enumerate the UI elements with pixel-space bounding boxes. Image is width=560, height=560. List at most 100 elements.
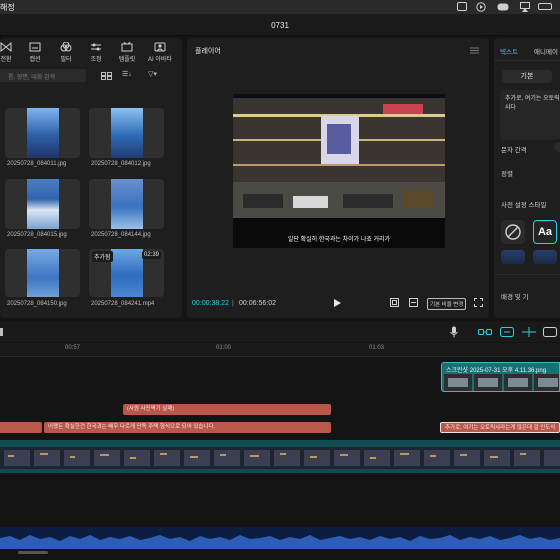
media-filename: 20250728_084241.mp4 xyxy=(91,301,155,307)
menu-bar: 해정 xyxy=(0,0,560,14)
divider xyxy=(494,60,560,61)
media-thumbnail[interactable] xyxy=(5,108,80,158)
transition-icon xyxy=(0,42,12,52)
duration-badge: 02:39 xyxy=(141,251,161,259)
sky-video xyxy=(111,249,143,297)
video-clip-frames[interactable] xyxy=(0,447,560,469)
tool-ai-avatar[interactable]: AI 아바타 xyxy=(144,42,176,63)
media-filename: 20250728_084150.jpg xyxy=(7,301,67,307)
media-panel: 전환 캡션 필터 조정 템플릿 AI 아바타 름, 장면, 대화 검색 ☰↓ ▽… xyxy=(0,38,182,318)
subtitle-text: 일단 확실히 한국과는 차이가 나죠 거리가 xyxy=(287,237,391,243)
image-clip-frames xyxy=(444,374,559,391)
timeline-tool-handle[interactable] xyxy=(0,328,3,336)
current-timecode: 00:00:38:22 xyxy=(192,300,229,307)
sky-photo xyxy=(111,108,143,158)
background-section-label: 배경 및 기 xyxy=(501,294,529,301)
adjust-icon xyxy=(91,43,101,51)
battery-icon[interactable] xyxy=(538,3,552,10)
sky-photo xyxy=(111,179,143,229)
quality-icon[interactable] xyxy=(409,298,418,307)
title-clip-partial[interactable] xyxy=(0,422,42,433)
tool-caption[interactable]: 캡션 xyxy=(21,42,49,63)
split-icon[interactable] xyxy=(543,327,557,337)
preset-aa[interactable]: Aa xyxy=(533,220,557,244)
preset-style-blue[interactable] xyxy=(501,250,525,264)
fullscreen-icon[interactable] xyxy=(474,298,483,307)
tool-label: AI 아바타 xyxy=(148,57,172,63)
media-thumbnail[interactable] xyxy=(89,179,164,229)
letter-spacing-label: 문자 간격 xyxy=(501,147,527,154)
filter-icon xyxy=(60,42,72,52)
sky-photo xyxy=(27,249,59,297)
aspect-ratio-button[interactable]: 기본 비율 변경 xyxy=(427,298,467,310)
title-clip-selected[interactable]: 추가로, 여기는 오토릭샤라는게 많은데 걸 인도식 xyxy=(440,422,560,433)
media-thumbnail[interactable]: 추가됨 02:39 xyxy=(89,249,164,297)
media-thumbnail[interactable] xyxy=(89,108,164,158)
text-content-value: 추가로, 여기는 오토릭샤다 xyxy=(505,96,560,111)
play-circle-icon[interactable] xyxy=(476,2,486,12)
tool-template[interactable]: 템플릿 xyxy=(113,42,141,63)
preset-style-label: 사전 설정 스타일 xyxy=(501,202,547,209)
player-panel: 플레이어 일단 확실히 한국과는 차이가 나죠 거리가 00:00:38:22 … xyxy=(187,38,489,318)
player-title: 플레이어 xyxy=(195,48,221,55)
sky-photo xyxy=(27,108,59,158)
ruler-tick: 01:00 xyxy=(216,345,232,351)
microphone-icon[interactable] xyxy=(450,326,458,338)
media-filename: 20250728_084011.jpg xyxy=(7,161,67,167)
media-thumbnail[interactable] xyxy=(5,249,80,297)
sky-photo xyxy=(27,179,59,229)
image-clip-label: 스크린샷 2025-07-31 오후 4.11.36.png xyxy=(446,368,547,374)
ruler-tick: 01:03 xyxy=(369,345,385,351)
menu-icon[interactable] xyxy=(470,47,479,54)
preset-none[interactable] xyxy=(501,220,525,244)
align-label: 정렬 xyxy=(501,171,513,178)
title-clip[interactable]: 어쨌든 확실한건 한국과는 배우 다르게 단독 주택 형식으로 되어 있습니다. xyxy=(44,422,331,433)
link-toggle-icon[interactable] xyxy=(478,328,492,336)
timecode-separator: | xyxy=(232,300,234,307)
app-name-fragment: 해정 xyxy=(0,3,15,12)
no-style-icon xyxy=(505,224,521,240)
timeline-ruler[interactable]: 00:57 01:00 01:03 xyxy=(0,343,560,357)
tool-label: 필터 xyxy=(60,57,72,63)
video-preview[interactable]: 일단 확실히 한국과는 차이가 나죠 거리가 xyxy=(233,94,445,248)
sort-dropdown[interactable]: ☰↓ xyxy=(122,70,132,81)
preview-axis-icon[interactable] xyxy=(522,327,536,337)
added-badge: 추가됨 xyxy=(92,251,113,262)
tab-text[interactable]: 텍스트 xyxy=(500,46,518,56)
snap-toggle-icon[interactable] xyxy=(500,327,514,337)
audio-track[interactable] xyxy=(0,527,560,549)
tool-label: 캡션 xyxy=(29,57,41,63)
image-clip[interactable]: 스크린샷 2025-07-31 오후 4.11.36.png xyxy=(441,362,560,392)
tool-label: 전환 xyxy=(0,57,12,63)
media-filename: 20250728_084012.jpg xyxy=(91,161,151,167)
view-toggle-icon[interactable] xyxy=(101,72,112,80)
media-filename: 20250728_084015.jpg xyxy=(7,232,67,238)
night-street-frame xyxy=(233,94,445,248)
caption-icon xyxy=(29,42,41,52)
tab-animation[interactable]: 애니메이 xyxy=(534,46,558,56)
title-clip[interactable]: (사원 사진찍기 실패) xyxy=(123,404,331,415)
text-content-field[interactable]: 추가로, 여기는 오토릭샤다 xyxy=(500,90,560,140)
tool-adjust[interactable]: 조정 xyxy=(82,42,110,63)
gamepad-icon[interactable] xyxy=(497,3,509,11)
filter-dropdown[interactable]: ▽▾ xyxy=(148,70,157,81)
tool-label: 조정 xyxy=(90,57,102,63)
tool-label: 템플릿 xyxy=(118,57,136,63)
project-title: 0731 xyxy=(271,21,289,30)
media-thumbnail[interactable] xyxy=(5,179,80,229)
letter-spacing-control[interactable] xyxy=(554,142,560,152)
timeline-toolbar xyxy=(0,322,560,342)
timeline-scrollbar[interactable] xyxy=(18,551,48,554)
tab-basic[interactable]: 기본 xyxy=(502,70,552,83)
tool-transition[interactable]: 전환 xyxy=(0,42,20,63)
media-search-input[interactable]: 름, 장면, 대화 검색 xyxy=(0,69,86,82)
divider xyxy=(494,274,560,275)
preset-style-blue-2[interactable] xyxy=(533,250,557,264)
airplay-icon[interactable] xyxy=(520,2,530,12)
screen-mirroring-icon[interactable] xyxy=(457,2,467,11)
tool-filter[interactable]: 필터 xyxy=(52,42,80,63)
search-placeholder: 름, 장면, 대화 검색 xyxy=(8,75,55,81)
inspector-panel: 텍스트 애니메이 기본 추가로, 여기는 오토릭샤다 문자 간격 정렬 사전 설… xyxy=(494,38,560,318)
crop-icon[interactable] xyxy=(390,298,399,307)
play-icon[interactable] xyxy=(334,299,341,307)
